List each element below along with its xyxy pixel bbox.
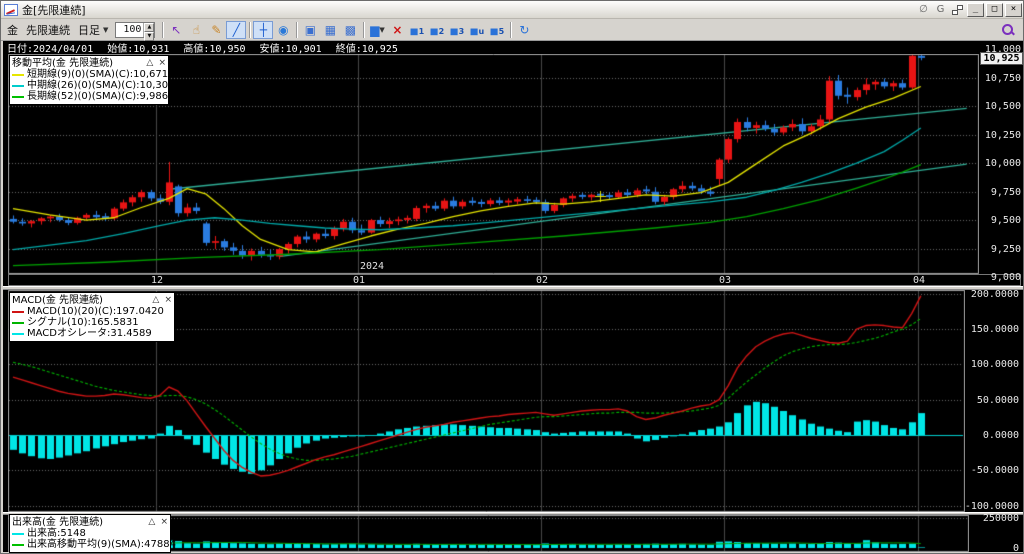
duplicate-window-icon[interactable]	[950, 3, 965, 16]
macd-osc-label: MACDオシレータ:31.4589	[27, 328, 152, 339]
toolbar-separator	[510, 22, 511, 38]
trendline-draw-icon[interactable]: ╱	[226, 21, 246, 39]
chart-area: 日付:2024/04/01 始値:10,931 高値:10,950 安値:10,…	[3, 41, 1023, 552]
zoom-circle-icon[interactable]: ◉	[273, 21, 293, 39]
ma-long-label: 長期線(52)(0)(SMA)(C):9,986	[27, 91, 168, 102]
bars-count-input[interactable]: 100	[116, 23, 143, 37]
app-window: 金[先限連続] ∅ G _ □ × 金 先限連続 日足 ▼ 100 ▲ ▼ ↖ …	[0, 0, 1024, 554]
x-axis-tick: 03	[715, 275, 735, 286]
volume-label: 出来高:5148	[27, 528, 86, 539]
toolbar-separator	[162, 22, 163, 38]
info-date: 日付:2024/04/01	[7, 40, 93, 55]
cursor-select-icon[interactable]: ↖	[166, 21, 186, 39]
x-axis-tick: 02	[532, 275, 552, 286]
macd-signal-swatch	[12, 322, 24, 324]
search-icon[interactable]	[1001, 23, 1015, 37]
toolbar-separator	[249, 22, 250, 38]
macd-legend-title: MACD(金 先限連続)	[12, 295, 103, 306]
ma-long-swatch	[12, 96, 24, 98]
ohlc-info-bar: 日付:2024/04/01 始値:10,931 高値:10,950 安値:10,…	[7, 41, 398, 54]
volume-ma-label: 出来高移動平均(9)(SMA):47884	[27, 539, 176, 550]
chevron-down-icon: ▼	[379, 26, 384, 34]
axis-tick: 0	[1013, 543, 1019, 553]
hand-pan-icon[interactable]: ☝	[186, 21, 206, 39]
volume-legend: 出来高(金 先限連続) △ × 出来高:5148 出来高移動平均(9)(SMA)…	[9, 514, 171, 553]
feather-icon[interactable]: ∅	[916, 3, 931, 16]
title-bar: 金[先限連続] ∅ G _ □ ×	[1, 1, 1024, 19]
macd-signal-label: シグナル(10):165.5831	[27, 317, 139, 328]
ma-legend: 移動平均(金 先限連続) △ × 短期線(9)(0)(SMA)(C):10,67…	[9, 55, 169, 105]
bars-count-stepper[interactable]: 100 ▲ ▼	[115, 22, 155, 38]
spin-up-icon[interactable]: ▲	[144, 23, 154, 32]
delete-indicator-icon[interactable]: ×	[387, 21, 407, 39]
macd-line-label: MACD(10)(20)(C):197.0420	[27, 306, 164, 317]
chart-preset-3-icon[interactable]: ▅3	[447, 21, 467, 39]
legend-minimize-icon[interactable]: △	[148, 517, 155, 527]
chart-preset-u-icon[interactable]: ▅u	[467, 21, 487, 39]
indicator-histogram-icon[interactable]: ▆▼	[367, 21, 387, 39]
x-axis-tick: 12	[147, 275, 167, 286]
x-axis-tick: 01	[349, 275, 369, 286]
info-open: 始値:10,931	[107, 40, 169, 55]
legend-close-icon[interactable]: ×	[164, 295, 172, 305]
volume-legend-title: 出来高(金 先限連続)	[12, 517, 103, 528]
chevron-down-icon: ▼	[103, 26, 108, 34]
legend-minimize-icon[interactable]: △	[146, 58, 153, 68]
volume-swatch	[12, 533, 24, 535]
axis-tick: 250000	[983, 513, 1019, 523]
ma-mid-label: 中期線(26)(0)(SMA)(C):10,307	[27, 80, 174, 91]
refresh-icon[interactable]: ↻	[514, 21, 534, 39]
series-label[interactable]: 先限連続	[26, 22, 70, 38]
toolbar-separator	[363, 22, 364, 38]
timeframe-label: 日足	[78, 22, 100, 38]
data-table-icon[interactable]: ▦	[320, 21, 340, 39]
ma-mid-swatch	[12, 85, 24, 87]
chart-preset-5-icon[interactable]: ▅5	[487, 21, 507, 39]
info-low: 安値:10,901	[260, 40, 322, 55]
maximize-button[interactable]: □	[986, 3, 1003, 17]
macd-osc-swatch	[12, 333, 24, 335]
minimize-button[interactable]: _	[967, 3, 984, 17]
volume-y-axis: 250000 0	[967, 41, 1023, 552]
info-high: 高値:10,950	[183, 40, 245, 55]
timeframe-dropdown[interactable]: 日足 ▼	[76, 21, 110, 39]
volume-ma-swatch	[12, 544, 24, 546]
ma-short-label: 短期線(9)(0)(SMA)(C):10,671	[27, 69, 168, 80]
grid-settings-icon[interactable]: ▩	[340, 21, 360, 39]
window-title: 金[先限連続]	[22, 2, 86, 18]
macd-legend: MACD(金 先限連続) △ × MACD(10)(20)(C):197.042…	[9, 292, 175, 342]
legend-close-icon[interactable]: ×	[158, 58, 166, 68]
new-chart-icon[interactable]: ▣	[300, 21, 320, 39]
info-close: 終値:10,925	[336, 40, 398, 55]
ma-legend-title: 移動平均(金 先限連続)	[12, 58, 113, 69]
ma-short-swatch	[12, 74, 24, 76]
symbol-label[interactable]: 金	[7, 22, 18, 38]
toolbar: 金 先限連続 日足 ▼ 100 ▲ ▼ ↖ ☝ ✎ ╱ ┼ ◉ ▣ ▦ ▩ ▆▼…	[1, 19, 1024, 41]
histogram-glyph: ▆	[370, 23, 379, 37]
macd-line-swatch	[12, 311, 24, 313]
chart-preset-2-icon[interactable]: ▅2	[427, 21, 447, 39]
chart-app-icon	[4, 4, 18, 16]
toolbar-separator	[296, 22, 297, 38]
x-axis: 12 01 02 03 04	[8, 274, 1021, 286]
legend-close-icon[interactable]: ×	[160, 517, 168, 527]
year-label: 2024	[360, 261, 384, 272]
legend-minimize-icon[interactable]: △	[152, 295, 159, 305]
close-button[interactable]: ×	[1005, 3, 1022, 17]
chart-preset-1-icon[interactable]: ▅1	[407, 21, 427, 39]
sync-icon[interactable]: G	[933, 3, 948, 16]
crosshair-icon[interactable]: ┼	[253, 21, 273, 39]
x-axis-tick: 04	[909, 275, 929, 286]
pencil-draw-icon[interactable]: ✎	[206, 21, 226, 39]
